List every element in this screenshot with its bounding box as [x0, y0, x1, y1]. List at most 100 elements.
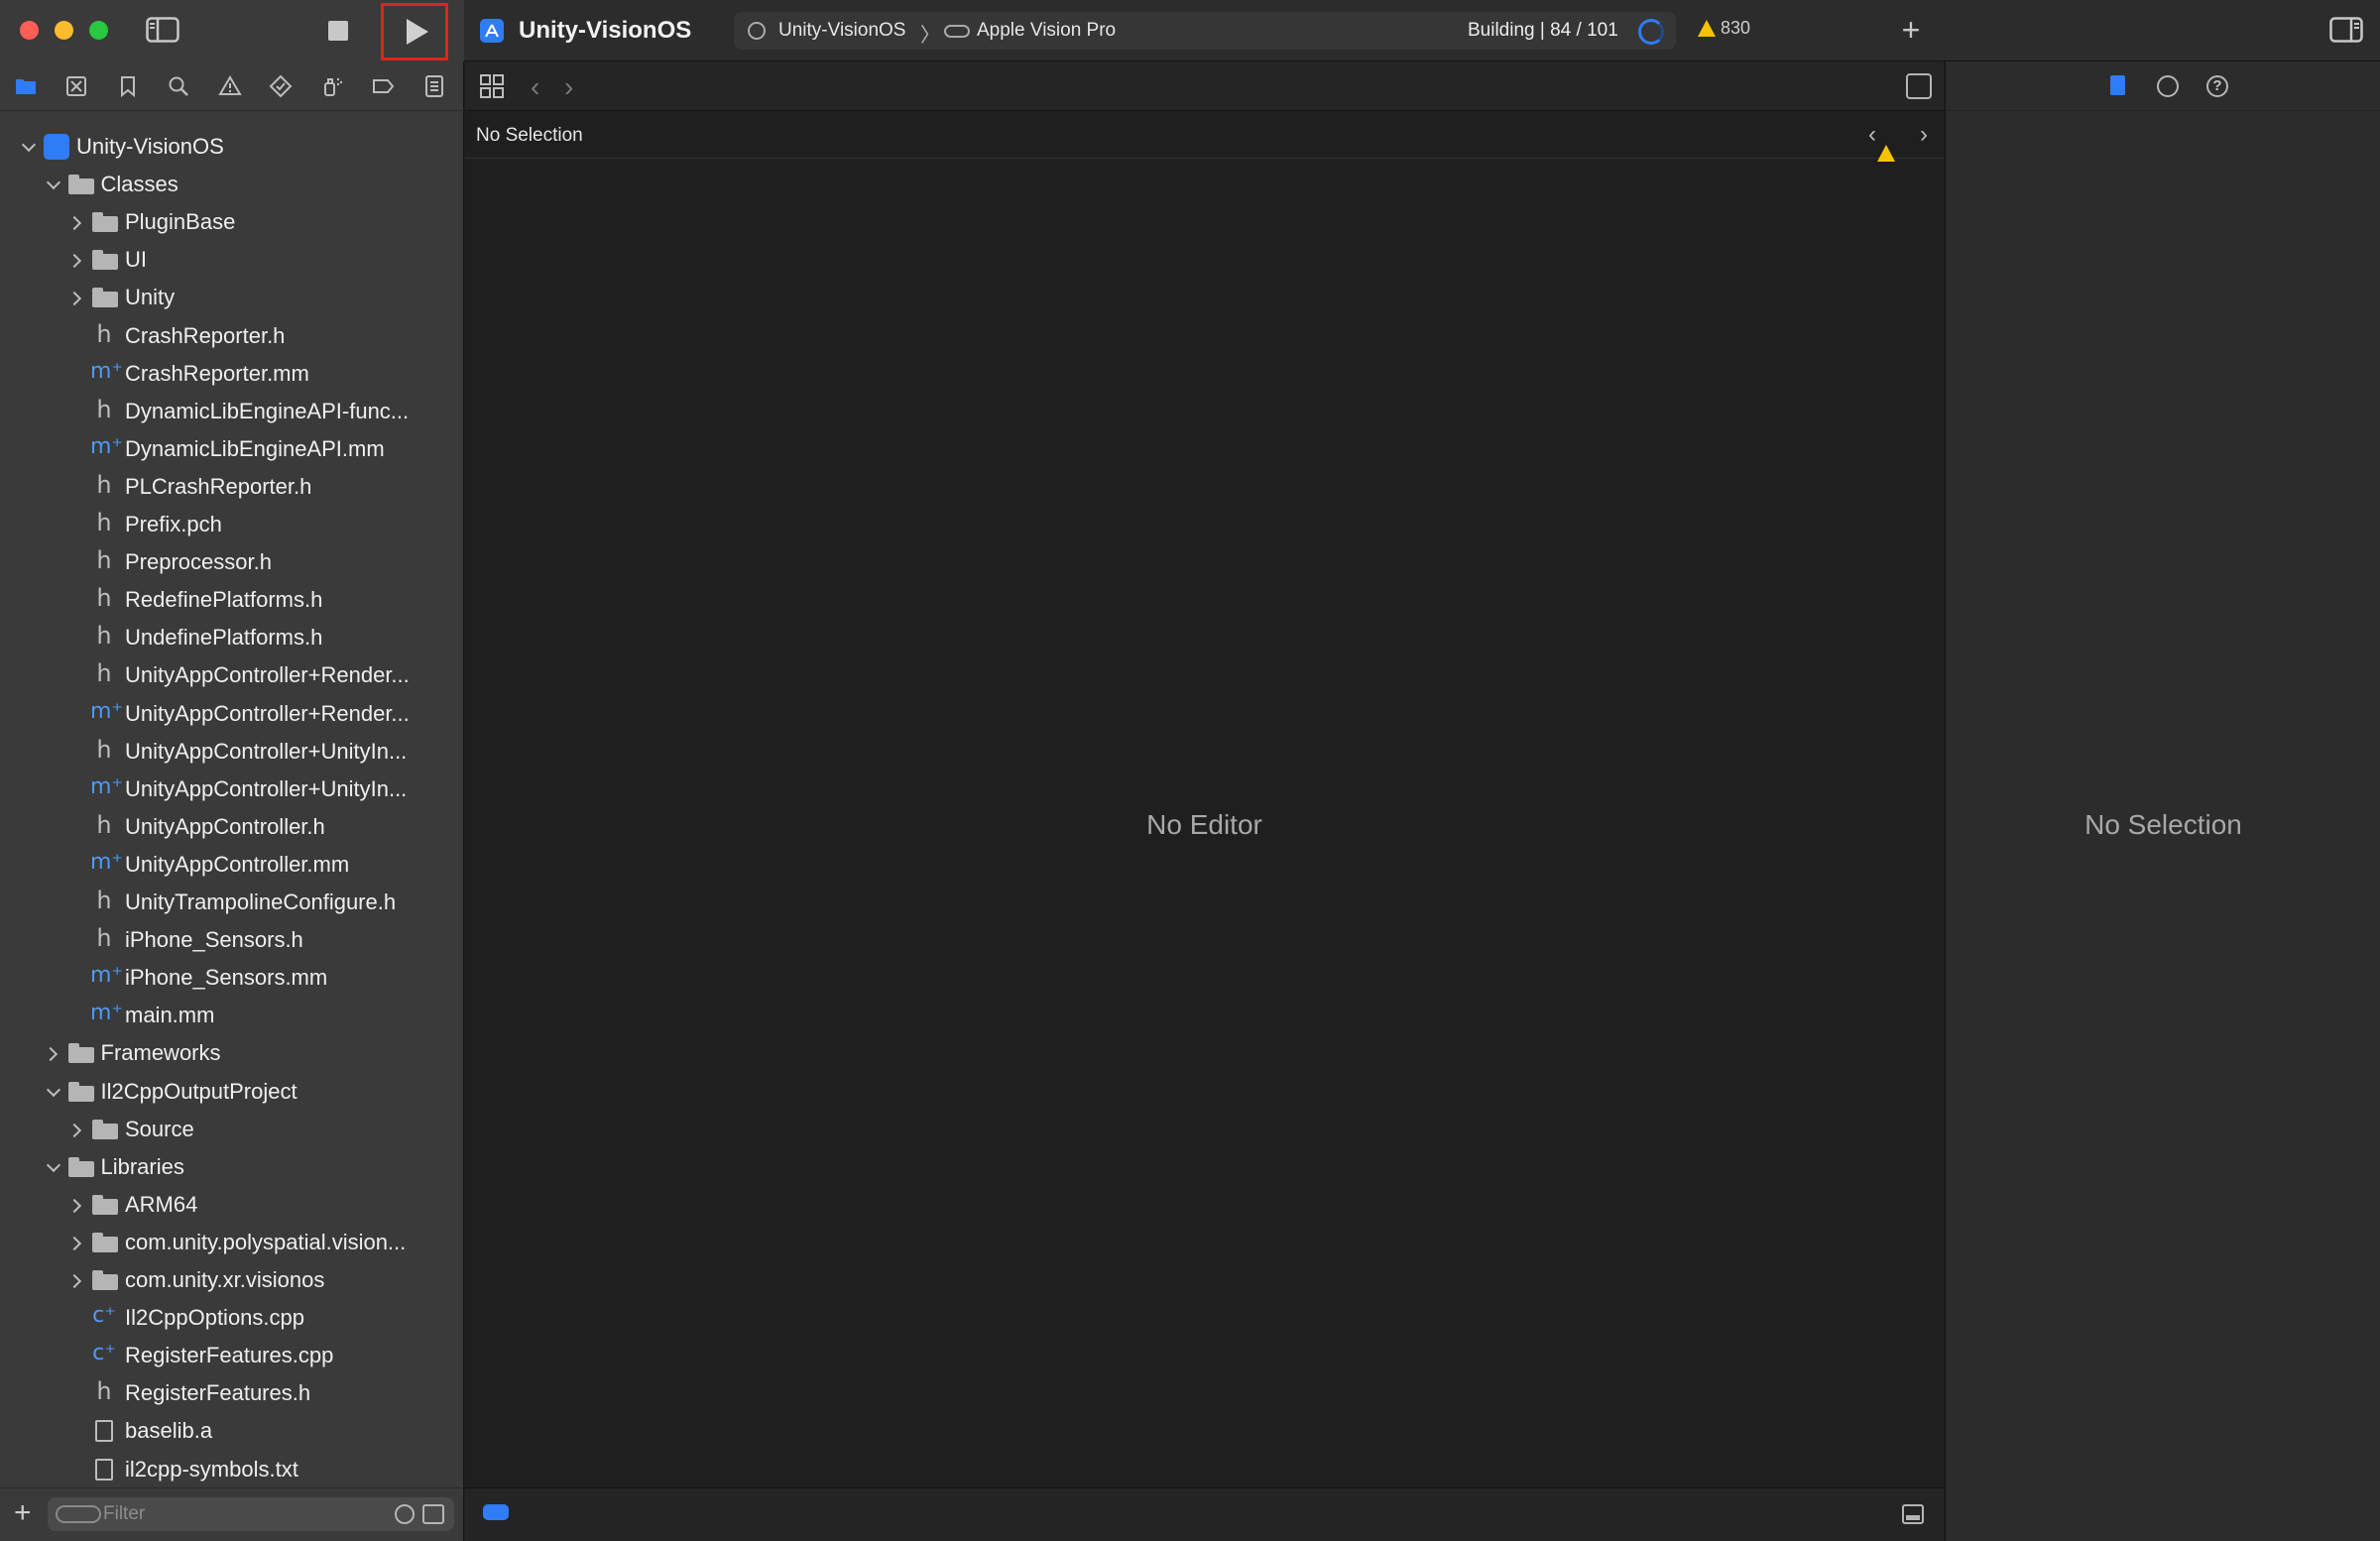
- add-tab-button[interactable]: +: [1894, 12, 1928, 48]
- jump-bar-selection[interactable]: No Selection: [476, 125, 583, 147]
- tree-row[interactable]: m⁺ UnityAppController+UnityIn...: [0, 771, 464, 807]
- tree-row[interactable]: h PLCrashReporter.h: [0, 469, 464, 505]
- source-control-navigator-tab[interactable]: [60, 71, 92, 101]
- source-control-filter-icon[interactable]: [422, 1504, 444, 1524]
- chevron-right-icon: 〉: [920, 25, 940, 47]
- chevron-right-icon[interactable]: [68, 1122, 84, 1137]
- tree-row[interactable]: Il2CppOutputProject: [0, 1074, 464, 1110]
- minimize-window-button[interactable]: [55, 21, 73, 40]
- toggle-navigator-button[interactable]: [145, 16, 180, 44]
- tree-item-label: Il2CppOptions.cpp: [125, 1305, 304, 1331]
- tree-row[interactable]: h UndefinePlatforms.h: [0, 620, 464, 655]
- tree-row[interactable]: h iPhone_Sensors.h: [0, 922, 464, 958]
- related-items-button[interactable]: [479, 73, 505, 99]
- tree-row[interactable]: m⁺ UnityAppController.mm: [0, 847, 464, 883]
- stop-button[interactable]: [323, 16, 353, 46]
- close-window-button[interactable]: [20, 21, 39, 40]
- tree-row[interactable]: h UnityAppController+Render...: [0, 657, 464, 693]
- test-navigator-tab[interactable]: [265, 71, 297, 101]
- bookmark-navigator-tab[interactable]: [112, 71, 144, 101]
- tree-row[interactable]: m⁺ iPhone_Sensors.mm: [0, 960, 464, 996]
- project-navigator-tab[interactable]: [10, 71, 42, 101]
- tree-row[interactable]: Unity-VisionOS: [0, 129, 464, 165]
- tree-row[interactable]: c⁺ RegisterFeatures.cpp: [0, 1338, 464, 1373]
- folder-icon: [92, 250, 118, 271]
- folder-icon: [92, 288, 118, 308]
- add-file-button[interactable]: +: [14, 1496, 32, 1530]
- zoom-window-button[interactable]: [89, 21, 108, 40]
- go-back-button[interactable]: ‹: [531, 71, 539, 103]
- tree-row[interactable]: h Prefix.pch: [0, 507, 464, 542]
- tree-row[interactable]: h RegisterFeatures.h: [0, 1375, 464, 1411]
- tree-row[interactable]: h UnityTrampolineConfigure.h: [0, 885, 464, 920]
- tree-row[interactable]: c⁺ Il2CppOptions.cpp: [0, 1300, 464, 1336]
- chevron-down-icon[interactable]: [45, 177, 60, 192]
- tree-row[interactable]: baselib.a: [0, 1413, 464, 1449]
- jump-bar: No Selection ‹ ›: [465, 111, 1944, 162]
- tree-row[interactable]: UI: [0, 242, 464, 278]
- filter-placeholder: Filter: [103, 1503, 146, 1524]
- find-navigator-tab[interactable]: [163, 71, 194, 101]
- chevron-down-icon[interactable]: [45, 1084, 60, 1100]
- filter-options-icon[interactable]: [56, 1505, 101, 1523]
- tree-row[interactable]: Libraries: [0, 1149, 464, 1185]
- report-navigator-tab[interactable]: [418, 71, 450, 101]
- file-inspector-tab-icon[interactable]: [2105, 73, 2131, 99]
- tree-row[interactable]: il2cpp-symbols.txt: [0, 1452, 464, 1487]
- tree-row[interactable]: h UnityAppController.h: [0, 809, 464, 845]
- run-destination-selector[interactable]: Apple Vision Pro: [977, 20, 1116, 42]
- header-file-icon: h: [96, 509, 112, 536]
- tree-row[interactable]: m⁺ CrashReporter.mm: [0, 356, 464, 392]
- scheme-icon: [748, 22, 766, 40]
- add-editor-split-icon[interactable]: [1906, 73, 1932, 99]
- next-issue-button[interactable]: ›: [1920, 121, 1928, 149]
- tree-item-label: UI: [125, 247, 147, 273]
- warnings-badge[interactable]: 830: [1698, 18, 1750, 39]
- tree-row[interactable]: m⁺ main.mm: [0, 998, 464, 1033]
- header-file-icon: h: [96, 810, 112, 839]
- tree-row[interactable]: Classes: [0, 167, 464, 202]
- tree-row[interactable]: h DynamicLibEngineAPI-func...: [0, 394, 464, 429]
- quick-help-icon[interactable]: ?: [2206, 75, 2228, 97]
- tree-row[interactable]: h CrashReporter.h: [0, 318, 464, 354]
- chevron-right-icon[interactable]: [68, 252, 84, 268]
- tree-row[interactable]: Frameworks: [0, 1035, 464, 1071]
- tree-row[interactable]: com.unity.polyspatial.vision...: [0, 1225, 464, 1260]
- chevron-right-icon[interactable]: [68, 290, 84, 305]
- run-button[interactable]: [381, 3, 448, 60]
- tree-row[interactable]: h UnityAppController+UnityIn...: [0, 734, 464, 770]
- warning-triangle-icon: [218, 75, 242, 95]
- chevron-right-icon[interactable]: [68, 214, 84, 230]
- chevron-down-icon[interactable]: [20, 139, 36, 155]
- tree-row[interactable]: m⁺ UnityAppController+Render...: [0, 696, 464, 732]
- recent-files-clock-icon[interactable]: [395, 1504, 415, 1524]
- scheme-selector[interactable]: Unity-VisionOS: [778, 20, 905, 42]
- chevron-right-icon[interactable]: [45, 1045, 60, 1061]
- go-forward-button[interactable]: ›: [564, 71, 573, 103]
- issue-warning-icon[interactable]: [1877, 128, 1900, 162]
- previous-issue-button[interactable]: ‹: [1868, 121, 1876, 149]
- inspector-no-selection: No Selection: [2084, 809, 2242, 840]
- tree-row[interactable]: com.unity.xr.visionos: [0, 1262, 464, 1298]
- tree-row[interactable]: ARM64: [0, 1187, 464, 1223]
- toggle-debug-area-icon[interactable]: [1902, 1504, 1924, 1524]
- chevron-right-icon[interactable]: [68, 1235, 84, 1250]
- tree-row[interactable]: PluginBase: [0, 204, 464, 240]
- tree-row[interactable]: h Preprocessor.h: [0, 544, 464, 580]
- tree-row[interactable]: m⁺ DynamicLibEngineAPI.mm: [0, 431, 464, 467]
- breakpoint-navigator-tab[interactable]: [367, 71, 399, 101]
- folder-icon: [92, 1194, 118, 1215]
- tree-row[interactable]: Unity: [0, 280, 464, 315]
- tree-item-label: Source: [125, 1116, 194, 1141]
- navigator-filter-field[interactable]: Filter: [48, 1497, 454, 1531]
- debug-navigator-tab[interactable]: [316, 71, 348, 101]
- chevron-right-icon[interactable]: [68, 1197, 84, 1213]
- toggle-inspector-button[interactable]: [2328, 16, 2364, 44]
- issue-navigator-tab[interactable]: [214, 71, 246, 101]
- breakpoints-toggle-icon[interactable]: [483, 1504, 509, 1520]
- chevron-down-icon[interactable]: [45, 1159, 60, 1175]
- tree-row[interactable]: h RedefinePlatforms.h: [0, 582, 464, 618]
- tree-row[interactable]: Source: [0, 1112, 464, 1147]
- chevron-right-icon[interactable]: [68, 1272, 84, 1288]
- history-inspector-clock-icon[interactable]: [2157, 75, 2179, 97]
